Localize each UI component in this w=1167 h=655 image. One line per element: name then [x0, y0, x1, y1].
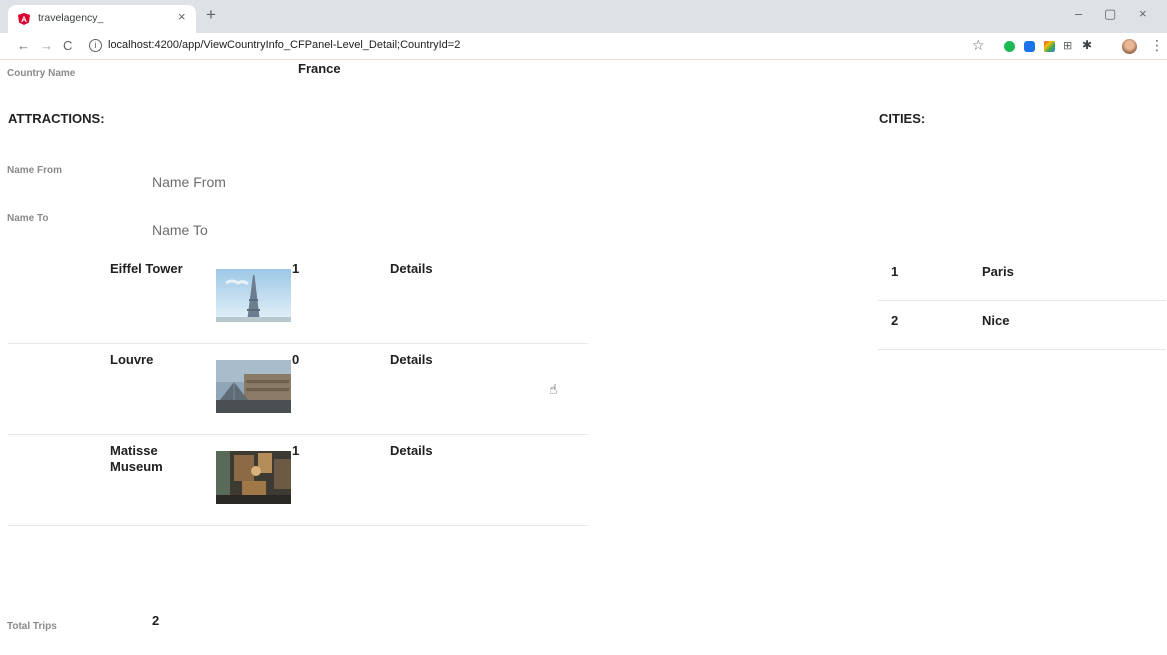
attraction-name: Eiffel Tower	[110, 261, 183, 276]
browser-tabstrip: travelagency_ × + – ▢ ×	[0, 0, 1167, 33]
details-link[interactable]: Details	[390, 352, 433, 367]
browser-tab[interactable]: travelagency_ ×	[8, 5, 196, 33]
angular-favicon-icon	[18, 13, 30, 25]
window-close-button[interactable]: ×	[1139, 6, 1147, 22]
back-button[interactable]: ←	[17, 37, 30, 55]
attraction-count: 1	[292, 261, 300, 276]
attraction-name: Louvre	[110, 352, 154, 367]
tab-close-icon[interactable]: ×	[178, 10, 186, 24]
details-link[interactable]: Details	[390, 261, 433, 276]
attraction-row[interactable]: Louvre 0 Details	[8, 344, 588, 435]
city-id: 2	[891, 313, 899, 328]
grammarly-icon[interactable]	[1004, 41, 1015, 52]
reload-button[interactable]: C	[63, 37, 72, 55]
attraction-count: 1	[292, 443, 300, 458]
menu-dots-icon[interactable]: ⋮	[1150, 37, 1164, 54]
color-extension-icon[interactable]	[1044, 41, 1055, 52]
details-link[interactable]: Details	[390, 443, 433, 458]
puzzle-icon[interactable]: ✱	[1082, 38, 1092, 52]
attractions-title: ATTRACTIONS:	[8, 111, 105, 126]
address-bar[interactable]: localhost:4200/app/ViewCountryInfo_CFPan…	[108, 39, 460, 51]
attraction-row[interactable]: Eiffel Tower 1 Details	[8, 253, 588, 344]
matisse-museum-photo	[216, 451, 291, 504]
attraction-row[interactable]: Matisse Museum 1 Details	[8, 435, 588, 526]
forward-button[interactable]: →	[40, 37, 53, 55]
name-to-label: Name To	[7, 213, 49, 224]
city-row[interactable]: 2 Nice	[878, 301, 1166, 350]
tab-title: travelagency_	[38, 12, 104, 24]
name-from-input[interactable]	[152, 170, 402, 194]
city-name: Nice	[982, 313, 1010, 328]
total-trips-label: Total Trips	[7, 621, 57, 632]
extension-icon[interactable]	[1024, 41, 1035, 52]
profile-avatar[interactable]	[1122, 39, 1137, 54]
country-name-label: Country Name	[7, 68, 76, 79]
hand-cursor-icon: ☝	[549, 381, 558, 397]
info-icon[interactable]: i	[89, 39, 102, 52]
window-maximize-button[interactable]: ▢	[1104, 6, 1116, 22]
new-tab-button[interactable]: +	[206, 6, 216, 24]
city-name: Paris	[982, 264, 1014, 279]
city-row[interactable]: 1 Paris	[878, 252, 1166, 301]
louvre-photo	[216, 360, 291, 413]
name-to-input[interactable]	[152, 218, 402, 242]
city-id: 1	[891, 264, 899, 279]
star-icon[interactable]: ☆	[972, 37, 985, 54]
attraction-name: Matisse Museum	[110, 443, 163, 474]
name-from-label: Name From	[7, 165, 63, 176]
total-trips-value: 2	[152, 613, 160, 628]
attraction-count: 0	[292, 352, 300, 367]
grid-extension-icon[interactable]: ⊞	[1063, 39, 1072, 52]
window-minimize-button[interactable]: –	[1075, 6, 1082, 22]
eiffel-tower-photo	[216, 269, 291, 322]
cities-title: CITIES:	[879, 111, 926, 126]
country-name-value: France	[298, 61, 341, 76]
browser-toolbar: ← → C i localhost:4200/app/ViewCountryIn…	[0, 33, 1167, 60]
